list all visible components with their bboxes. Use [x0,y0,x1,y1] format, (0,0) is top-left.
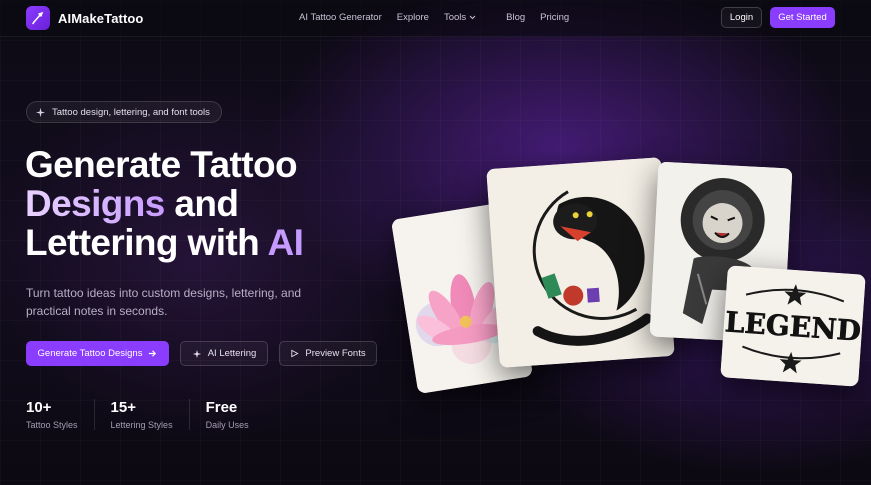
top-navbar: AIMakeTattoo AI Tattoo Generator Explore… [0,0,871,37]
headline-line-1: Generate Tattoo [25,144,298,185]
preview-fonts-button[interactable]: Preview Fonts [279,341,377,366]
get-started-button[interactable]: Get Started [770,7,835,28]
cta-row: Generate Tattoo Designs AI Lettering Pre… [26,341,377,366]
nav-link-tools[interactable]: Tools [444,12,491,23]
stat-tattoo-styles: 10+ Tattoo Styles [26,399,95,430]
generate-button-label: Generate Tattoo Designs [37,348,143,359]
stat-daily-uses: Free Daily Uses [206,399,265,430]
nav-link-blog[interactable]: Blog [506,12,525,23]
arrow-right-icon [149,350,157,357]
ai-lettering-button[interactable]: AI Lettering [180,341,268,366]
chevron-down-icon [469,15,476,20]
headline-and: and [164,183,239,224]
hero-stats: 10+ Tattoo Styles 15+ Lettering Styles F… [26,399,281,430]
headline-accent-designs: Designs [25,183,165,224]
stat-number: Free [205,399,238,416]
stat-number: 15+ [110,399,136,416]
brand-name: AIMakeTattoo [58,10,144,26]
stat-number: 10+ [26,399,52,416]
preview-fonts-label: Preview Fonts [305,348,366,359]
sparkle-icon [35,107,46,117]
headline-line-3: Lettering with AI [25,223,355,262]
gallery-card-panther [486,157,675,368]
headline-accent-ai: AI [267,222,304,263]
brand[interactable]: AIMakeTattoo [26,6,143,30]
nav-link-pricing[interactable]: Pricing [540,12,569,23]
legend-lettering-image: LEGEND [720,265,866,387]
login-button[interactable]: Login [721,7,762,28]
panther-moon-tattoo-image [486,157,675,368]
gallery-card-legend: LEGEND [720,265,866,387]
stat-label: Lettering Styles [110,420,173,430]
nav-links: AI Tattoo Generator Explore Tools Blog P… [299,12,584,23]
play-icon [291,349,300,358]
nav-link-ai-tattoo-generator[interactable]: AI Tattoo Generator [299,12,382,23]
nav-link-tools-label: Tools [443,12,467,23]
hero-pill-badge: Tattoo design, lettering, and font tools [26,101,222,123]
stat-lettering-styles: 15+ Lettering Styles [111,399,190,430]
ai-lettering-label: AI Lettering [207,348,257,359]
stat-label: Daily Uses [205,420,249,430]
generate-tattoo-designs-button[interactable]: Generate Tattoo Designs [26,341,169,366]
hero-headline: Generate Tattoo Designs and Lettering wi… [25,145,355,262]
brand-logo-icon [26,6,50,30]
hero-pill-text: Tattoo design, lettering, and font tools [52,106,210,118]
sparkle-icon [192,349,201,358]
stat-label: Tattoo Styles [26,420,78,430]
nav-link-explore[interactable]: Explore [397,12,429,23]
headline-lettering: Lettering with [25,222,268,263]
headline-line-2: Designs and [25,184,355,223]
hero-subtitle: Turn tattoo ideas into custom designs, l… [26,286,302,318]
